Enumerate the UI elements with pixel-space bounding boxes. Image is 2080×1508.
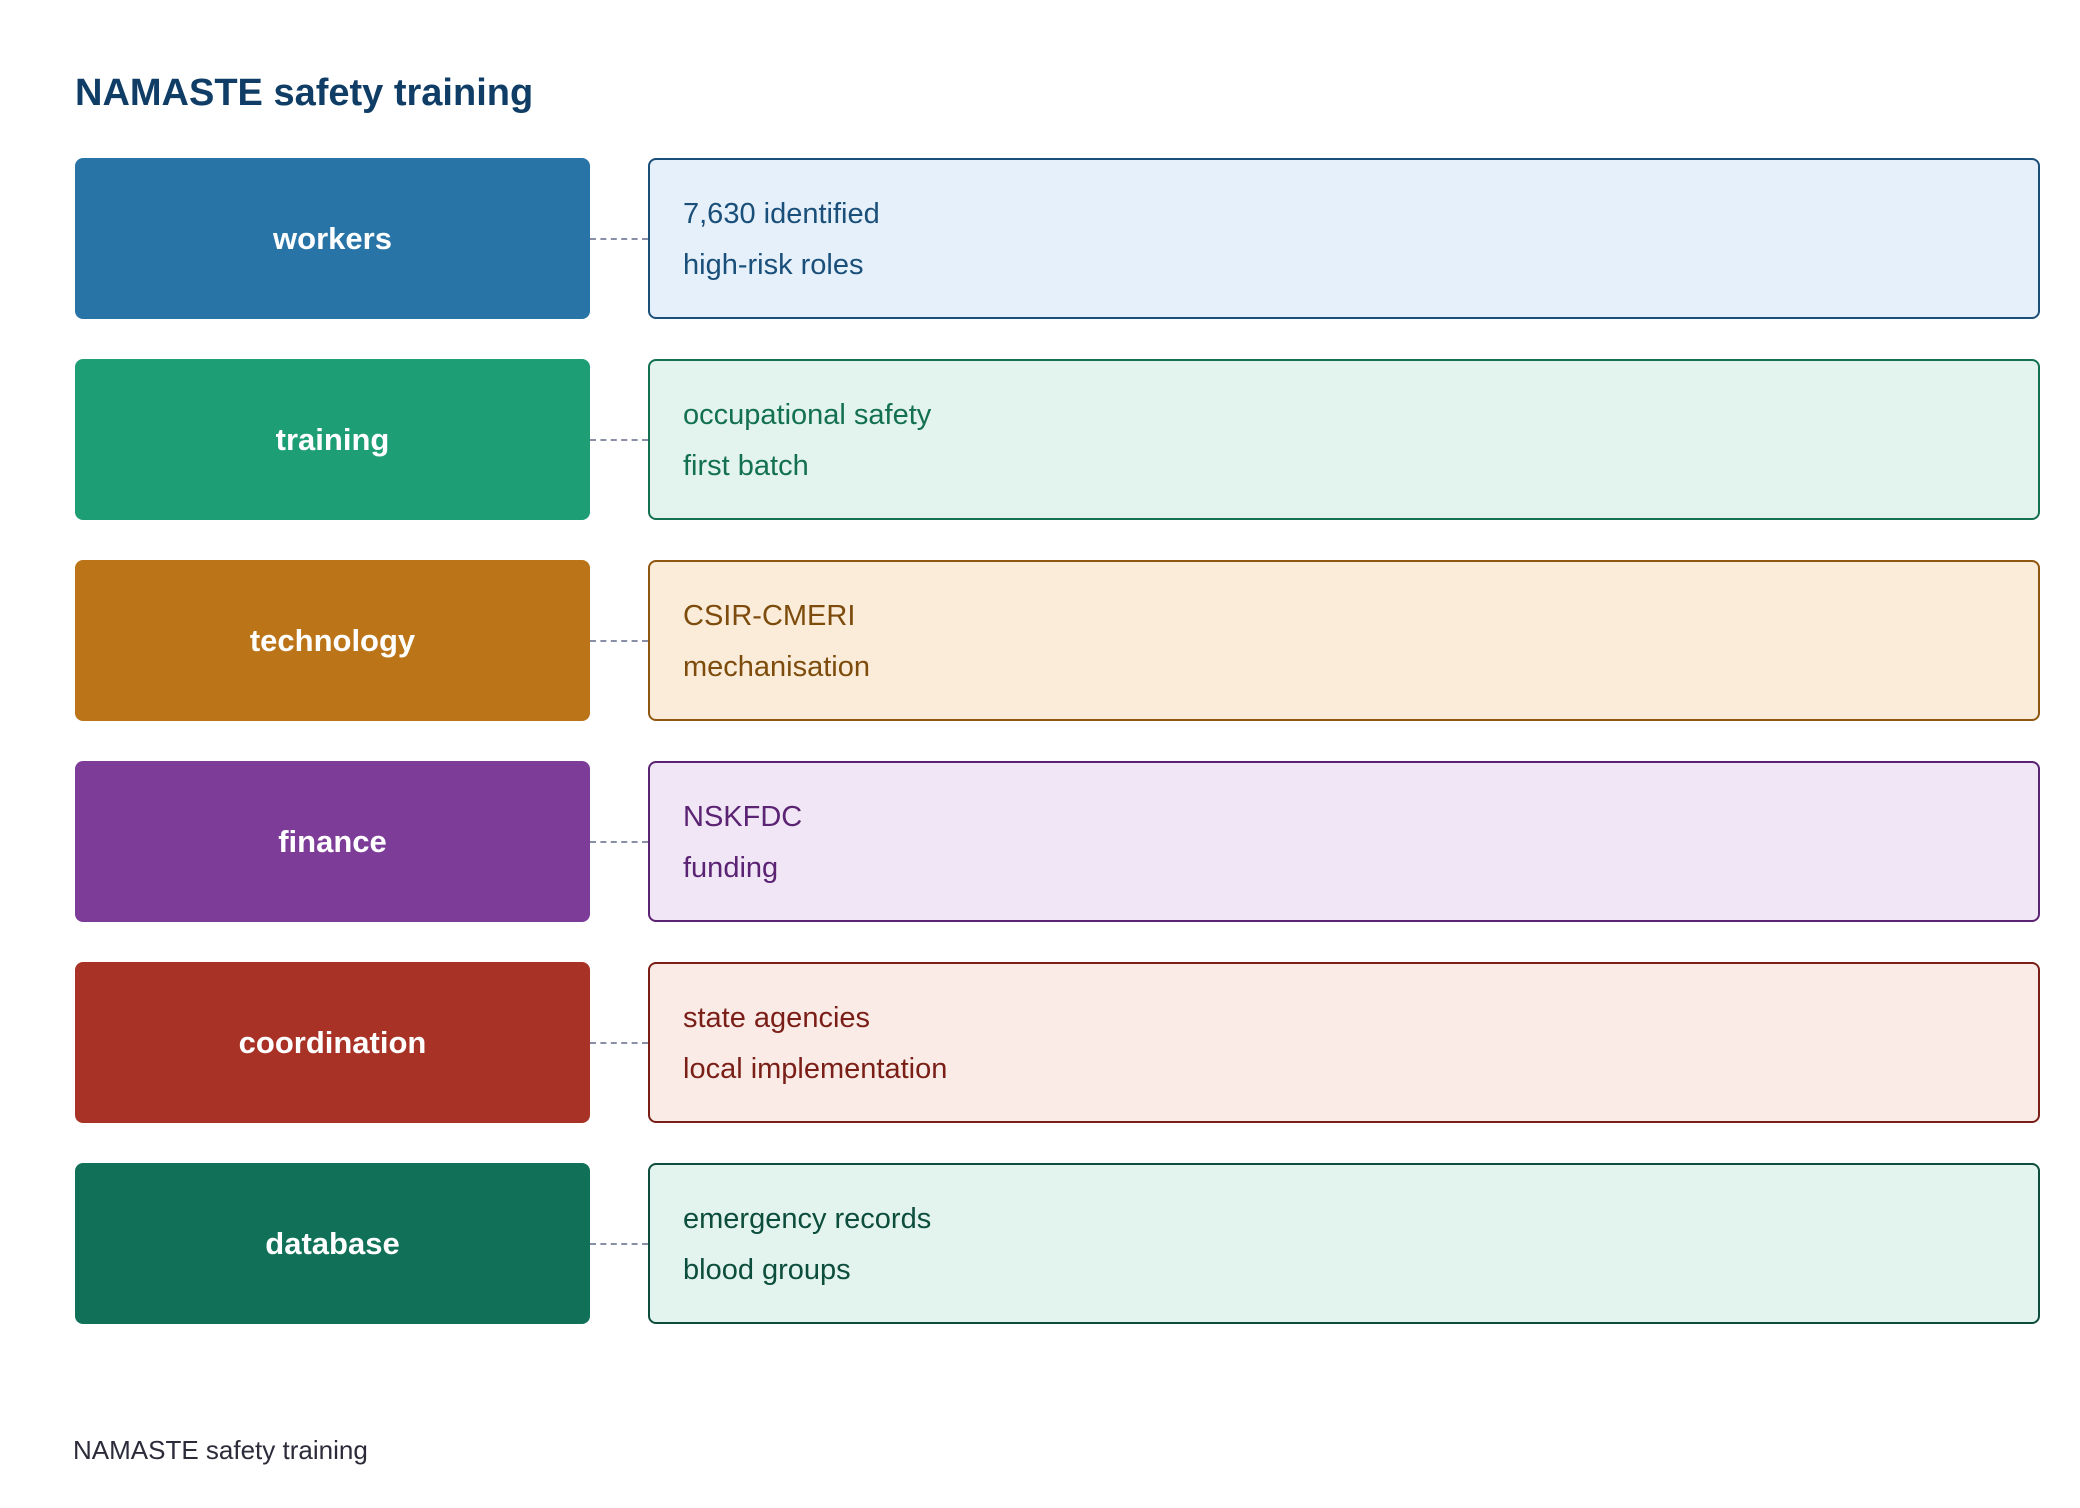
dashed-connector	[590, 439, 648, 441]
category-box-training: training	[75, 359, 590, 520]
category-box-workers: workers	[75, 158, 590, 319]
detail-line: mechanisation	[683, 651, 870, 683]
dashed-connector	[590, 238, 648, 240]
detail-line: state agencies	[683, 1002, 871, 1034]
detail-box-coordination: state agencies local implementation	[648, 962, 2040, 1123]
row-coordination: coordination state agencies local implem…	[75, 962, 2040, 1125]
category-box-coordination: coordination	[75, 962, 590, 1123]
detail-line: first batch	[683, 450, 809, 482]
row-technology: technology CSIR-CMERI mechanisation	[75, 560, 2040, 723]
detail-box-finance: NSKFDC funding	[648, 761, 2040, 922]
detail-line: occupational safety	[683, 399, 932, 431]
detail-box-database: emergency records blood groups	[648, 1163, 2040, 1324]
detail-line: local implementation	[683, 1053, 948, 1085]
detail-line: funding	[683, 852, 779, 884]
category-box-database: database	[75, 1163, 590, 1324]
category-label: workers	[273, 220, 392, 256]
diagram-rows: workers 7,630 identified high-risk roles…	[75, 158, 2040, 1364]
category-label: finance	[278, 823, 387, 859]
detail-line: CSIR-CMERI	[683, 600, 856, 632]
dashed-connector	[590, 640, 648, 642]
detail-line: emergency records	[683, 1203, 932, 1235]
category-label: coordination	[238, 1024, 427, 1060]
dashed-connector	[590, 841, 648, 843]
dashed-connector	[590, 1243, 648, 1245]
detail-line: high-risk roles	[683, 249, 864, 281]
row-training: training occupational safety first batch	[75, 359, 2040, 522]
category-label: database	[265, 1225, 400, 1261]
dashed-connector	[590, 1042, 648, 1044]
category-label: training	[275, 421, 390, 457]
detail-box-training: occupational safety first batch	[648, 359, 2040, 520]
page-title: NAMASTE safety training	[75, 72, 534, 114]
detail-line: NSKFDC	[683, 801, 803, 833]
row-database: database emergency records blood groups	[75, 1163, 2040, 1326]
category-box-finance: finance	[75, 761, 590, 922]
row-finance: finance NSKFDC funding	[75, 761, 2040, 924]
detail-line: 7,630 identified	[683, 198, 880, 230]
category-label: technology	[249, 622, 416, 658]
row-workers: workers 7,630 identified high-risk roles	[75, 158, 2040, 321]
detail-line: blood groups	[683, 1254, 851, 1286]
category-box-technology: technology	[75, 560, 590, 721]
detail-box-technology: CSIR-CMERI mechanisation	[648, 560, 2040, 721]
footer-caption: NAMASTE safety training	[73, 1435, 368, 1465]
detail-box-workers: 7,630 identified high-risk roles	[648, 158, 2040, 319]
